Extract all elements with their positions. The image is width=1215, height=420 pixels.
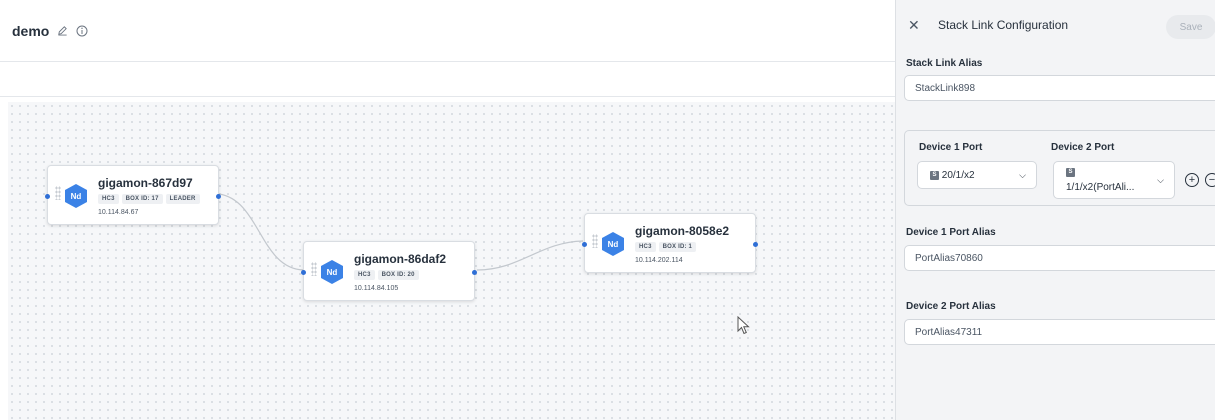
tag-role: LEADER	[165, 194, 200, 204]
node-ip: 10.114.84.67	[98, 209, 139, 216]
port-right[interactable]	[472, 270, 477, 275]
port-left[interactable]	[582, 242, 587, 247]
mouse-pointer-icon	[737, 316, 750, 335]
add-port-icon[interactable]: +	[1185, 173, 1199, 187]
device1-port-alias-input[interactable]: PortAlias70860	[904, 245, 1215, 271]
tag-box-id: BOX ID: 20	[377, 270, 419, 280]
node-name: gigamon-8058e2	[635, 224, 730, 238]
tag-model: HC3	[98, 194, 119, 204]
port-right[interactable]	[753, 242, 758, 247]
drag-handle-icon[interactable]	[311, 262, 317, 276]
port-type-badge: S	[930, 170, 939, 180]
stack-link-alias-label: Stack Link Alias	[906, 58, 983, 69]
close-icon[interactable]: ✕	[908, 17, 924, 34]
remove-port-icon[interactable]: −	[1205, 173, 1215, 187]
tag-box-id: BOX ID: 17	[121, 194, 163, 204]
device2-port-label: Device 2 Port	[1051, 142, 1115, 153]
node-type-icon: Nd	[602, 232, 624, 256]
drag-handle-icon[interactable]	[55, 186, 61, 200]
node-type-icon: Nd	[65, 184, 87, 208]
chevron-down-icon: ⌵	[1019, 170, 1026, 180]
stack-link-alias-input[interactable]: StackLink898	[904, 75, 1215, 101]
device2-port-alias-input[interactable]: PortAlias47311	[904, 319, 1215, 345]
node-name: gigamon-86daf2	[354, 252, 447, 266]
device2-port-alias-label: Device 2 Port Alias	[906, 301, 996, 312]
page-header: demo	[0, 0, 895, 62]
device2-port-select[interactable]: S 1/1/x2(PortAli... ⌵	[1053, 161, 1175, 199]
info-icon[interactable]	[75, 24, 89, 38]
pencil-icon[interactable]	[55, 24, 69, 38]
stack-link-config-panel: ✕ Stack Link Configuration Save Stack Li…	[895, 0, 1215, 420]
tag-model: HC3	[354, 270, 375, 280]
chevron-down-icon: ⌵	[1157, 175, 1164, 185]
port-left[interactable]	[301, 270, 306, 275]
device-node[interactable]: Nd gigamon-867d97 HC3 BOX ID: 17 LEADER …	[45, 165, 221, 225]
node-tags: HC3 BOX ID: 1	[635, 242, 697, 252]
port-type-badge: S	[1066, 168, 1075, 177]
port-left[interactable]	[45, 194, 50, 199]
toolbar	[0, 62, 895, 97]
save-button[interactable]: Save	[1166, 15, 1215, 39]
port-selection-group: Device 1 Port Device 2 Port S 20/1/x2 ⌵ …	[904, 130, 1215, 206]
port-right[interactable]	[216, 194, 221, 199]
device-node[interactable]: Nd gigamon-8058e2 HC3 BOX ID: 1 10.114.2…	[582, 213, 758, 273]
device1-port-value: 20/1/x2	[941, 170, 975, 181]
panel-header: ✕ Stack Link Configuration Save	[896, 0, 1215, 50]
device1-port-alias-label: Device 1 Port Alias	[906, 227, 996, 238]
node-ip: 10.114.202.114	[635, 257, 683, 264]
node-type-icon: Nd	[321, 260, 343, 284]
drag-handle-icon[interactable]	[592, 234, 598, 248]
node-ip: 10.114.84.105	[354, 285, 399, 292]
page-title: demo	[12, 22, 50, 39]
device2-port-value: 1/1/x2(PortAli...	[1066, 182, 1135, 193]
node-tags: HC3 BOX ID: 17 LEADER	[98, 194, 200, 204]
device1-port-select[interactable]: S 20/1/x2 ⌵	[917, 161, 1037, 189]
node-name: gigamon-867d97	[98, 176, 193, 190]
tag-model: HC3	[635, 242, 656, 252]
device-node[interactable]: Nd gigamon-86daf2 HC3 BOX ID: 20 10.114.…	[301, 241, 477, 301]
device1-port-label: Device 1 Port	[919, 142, 983, 153]
node-tags: HC3 BOX ID: 20	[354, 270, 419, 280]
tag-box-id: BOX ID: 1	[658, 242, 697, 252]
panel-title: Stack Link Configuration	[938, 18, 1069, 32]
